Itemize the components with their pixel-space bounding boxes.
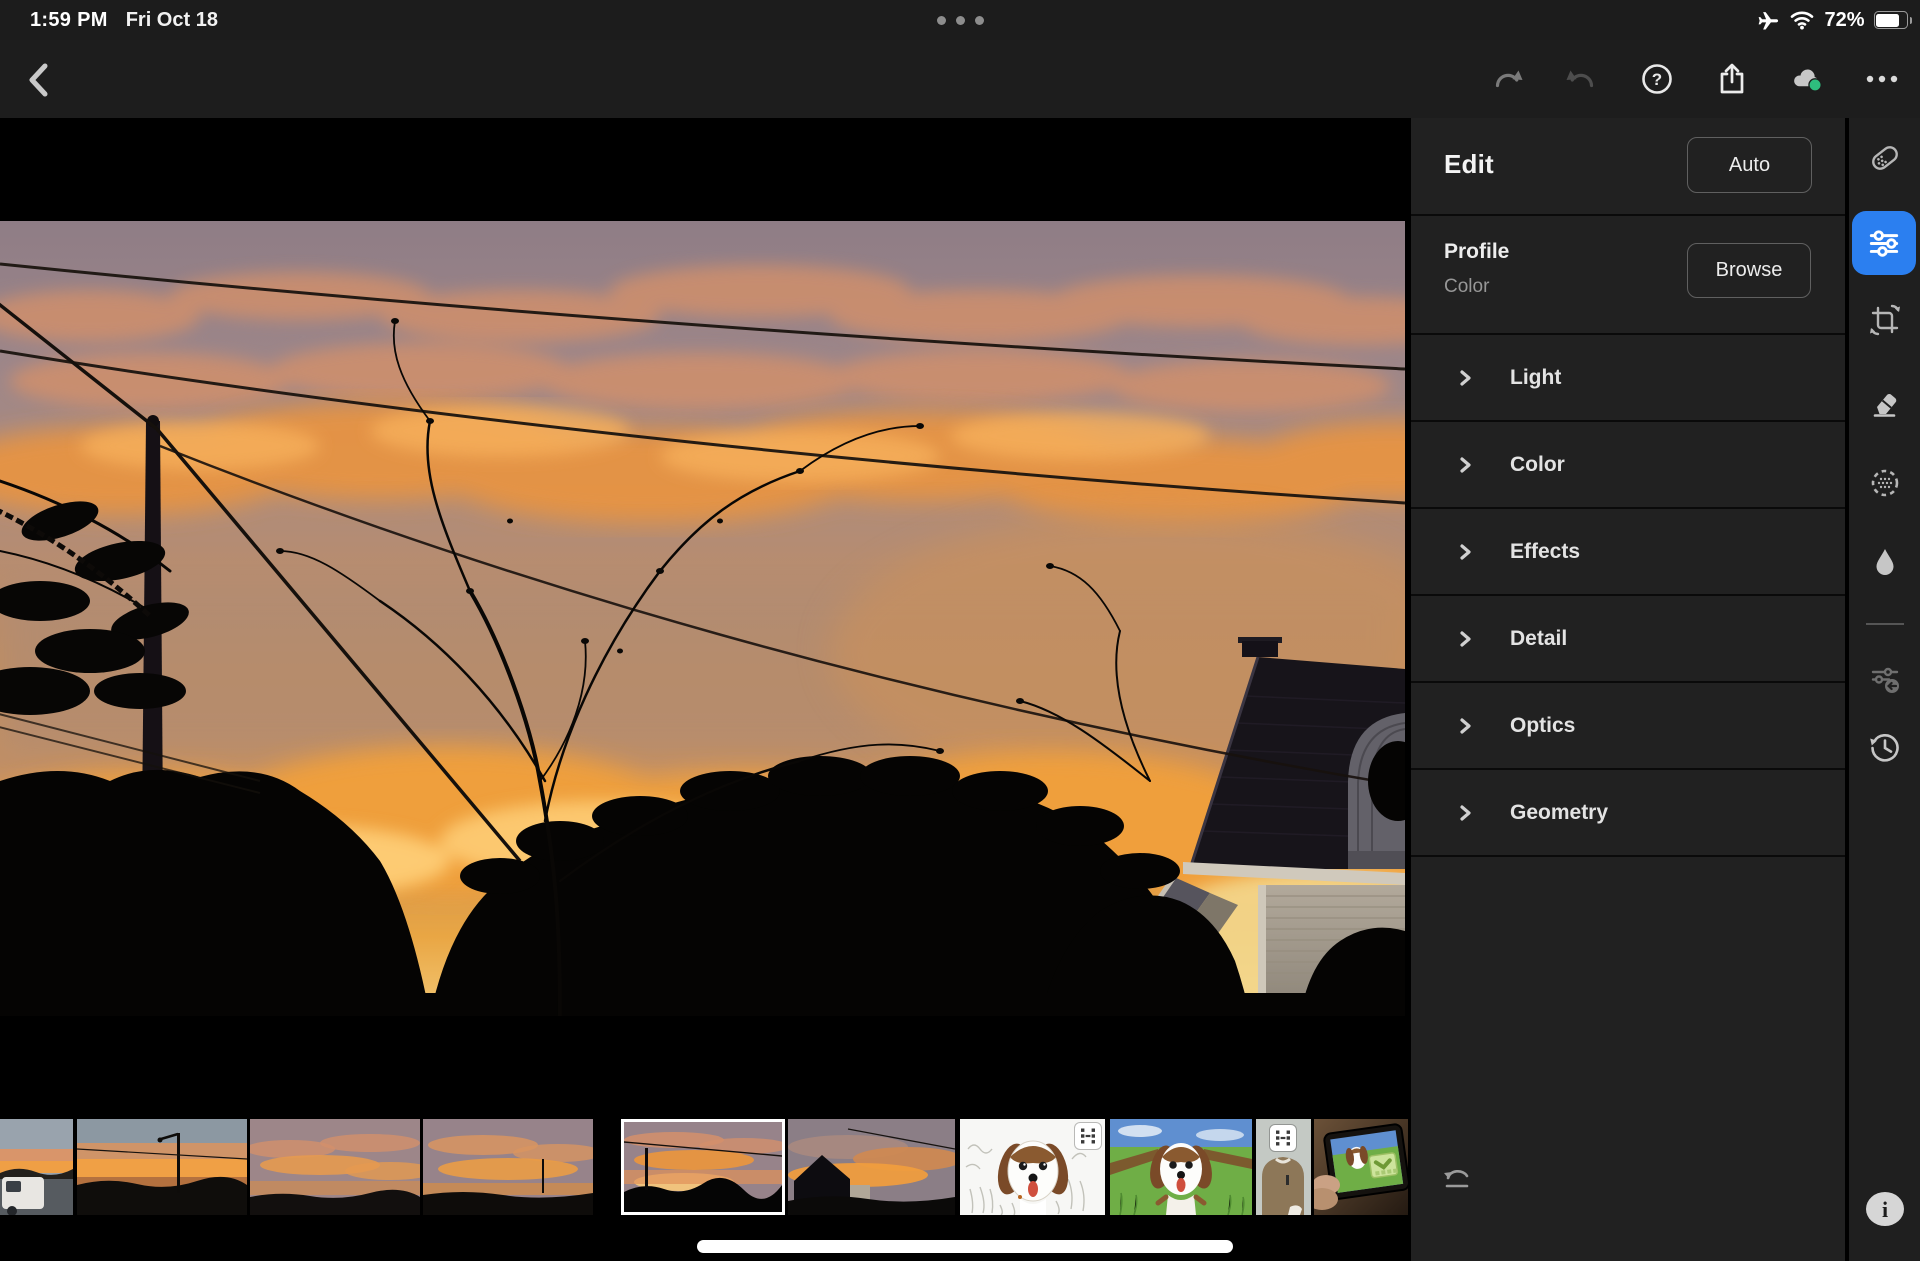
section-label: Color xyxy=(1510,452,1565,476)
filmstrip-thumb[interactable] xyxy=(1256,1119,1311,1215)
filmstrip-thumb[interactable] xyxy=(250,1119,420,1215)
status-bar: 1:59 PM Fri Oct 18 72% xyxy=(0,0,1920,40)
info-icon[interactable]: i xyxy=(1865,1191,1905,1227)
panel-title: Edit xyxy=(1444,149,1494,179)
previous-settings-icon[interactable] xyxy=(1866,661,1904,699)
video-badge-icon xyxy=(1270,1125,1296,1151)
filmstrip xyxy=(0,1119,1408,1215)
chevron-right-icon xyxy=(1460,630,1471,647)
photo-stage xyxy=(0,118,1408,1261)
auto-button[interactable]: Auto xyxy=(1687,137,1812,193)
video-badge-icon xyxy=(1075,1123,1101,1149)
svg-text:?: ? xyxy=(1652,70,1662,89)
help-icon[interactable]: ? xyxy=(1640,62,1674,96)
tool-rail: i xyxy=(1845,118,1920,1261)
filmstrip-thumb[interactable] xyxy=(1110,1119,1252,1215)
airplane-mode-icon xyxy=(1757,9,1780,32)
wifi-icon xyxy=(1789,10,1815,30)
section-label: Effects xyxy=(1510,539,1581,563)
section-label: Optics xyxy=(1510,713,1576,737)
filmstrip-thumb[interactable] xyxy=(423,1119,593,1215)
eraser-icon[interactable] xyxy=(1866,383,1904,421)
status-time: 1:59 PM xyxy=(30,8,108,31)
profile-value: Color xyxy=(1444,276,1490,297)
reset-icon[interactable] xyxy=(1441,1164,1477,1196)
status-date: Fri Oct 18 xyxy=(125,8,218,31)
browse-button[interactable]: Browse xyxy=(1687,243,1811,298)
section-row-effects[interactable]: Effects xyxy=(1411,509,1845,596)
section-row-detail[interactable]: Detail xyxy=(1411,596,1845,683)
droplet-icon[interactable] xyxy=(1866,544,1904,582)
chevron-right-icon xyxy=(1460,804,1471,821)
chevron-right-icon xyxy=(1460,543,1471,560)
top-toolbar: ? xyxy=(0,40,1920,118)
edit-adjustments-icon[interactable] xyxy=(1852,211,1916,275)
rail-divider xyxy=(1866,623,1904,625)
filmstrip-thumb[interactable] xyxy=(0,1119,73,1215)
panel-sections: Light Color Effects Detail Optics Geomet… xyxy=(1411,333,1845,857)
lightroom-app: 1:59 PM Fri Oct 18 72% ? Edit Auto Profi… xyxy=(0,0,1920,1261)
section-label: Detail xyxy=(1510,626,1568,650)
battery-percent: 72% xyxy=(1824,8,1865,31)
chevron-right-icon xyxy=(1460,717,1471,734)
home-indicator[interactable] xyxy=(697,1240,1233,1253)
section-row-geometry[interactable]: Geometry xyxy=(1411,770,1845,857)
section-label: Light xyxy=(1510,365,1562,389)
redo-icon[interactable] xyxy=(1490,62,1524,96)
filmstrip-thumb[interactable] xyxy=(1314,1119,1408,1215)
section-row-light[interactable]: Light xyxy=(1411,335,1845,422)
back-icon[interactable] xyxy=(24,62,52,98)
more-icon[interactable] xyxy=(1865,62,1899,96)
section-label: Geometry xyxy=(1510,800,1609,824)
filmstrip-thumb[interactable] xyxy=(77,1119,247,1215)
filmstrip-thumb-selected[interactable] xyxy=(621,1119,785,1215)
svg-text:i: i xyxy=(1881,1197,1887,1222)
chevron-right-icon xyxy=(1460,369,1471,386)
section-row-optics[interactable]: Optics xyxy=(1411,683,1845,770)
photo-canvas[interactable] xyxy=(0,221,1405,1016)
versions-icon[interactable] xyxy=(1866,729,1904,767)
multitasking-dots xyxy=(0,0,1920,40)
crop-icon[interactable] xyxy=(1866,301,1904,339)
cloud-sync-icon[interactable] xyxy=(1790,62,1824,96)
edit-panel: Edit Auto Profile Color Browse Light Col… xyxy=(1408,118,1845,1261)
profile-label: Profile xyxy=(1444,240,1510,263)
selective-mask-icon[interactable] xyxy=(1866,464,1904,502)
share-icon[interactable] xyxy=(1715,62,1749,96)
chevron-right-icon xyxy=(1460,456,1471,473)
filmstrip-thumb[interactable] xyxy=(960,1119,1105,1215)
undo-icon[interactable] xyxy=(1565,62,1599,96)
battery-icon xyxy=(1873,11,1908,29)
section-row-color[interactable]: Color xyxy=(1411,422,1845,509)
filmstrip-thumb[interactable] xyxy=(788,1119,955,1215)
heal-icon[interactable] xyxy=(1866,139,1904,177)
